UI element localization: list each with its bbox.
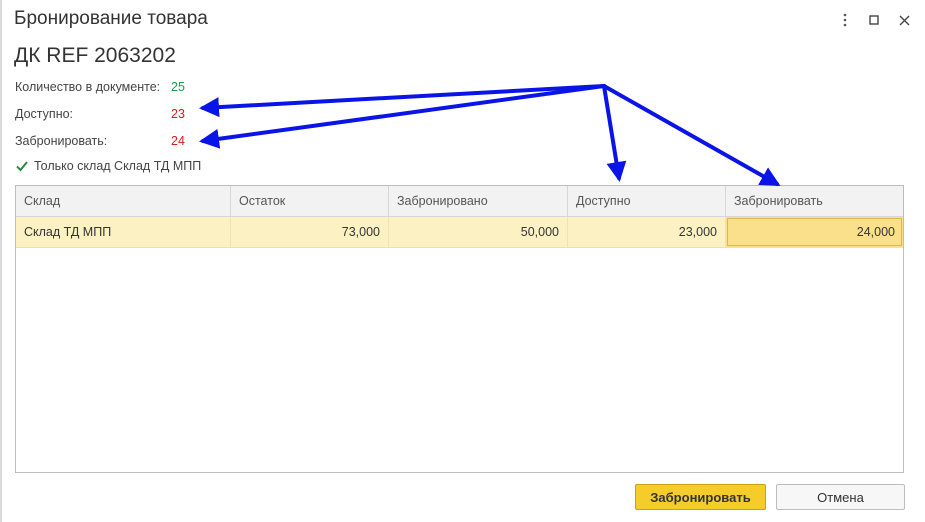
cell-to-reserve-input[interactable]: 24,000: [726, 217, 903, 247]
arrow-to-available-column: [602, 84, 627, 182]
reserve-value: 24: [171, 134, 185, 148]
more-icon[interactable]: [834, 9, 856, 31]
window-title: Бронирование товара: [14, 8, 208, 29]
close-icon[interactable]: [893, 9, 915, 31]
arrow-to-available: [199, 84, 606, 118]
available-value: 23: [171, 107, 185, 121]
quantity-value: 25: [171, 80, 185, 94]
arrow-to-reserve-column: [602, 84, 781, 186]
only-warehouse-label: Только склад Склад ТД МПП: [34, 159, 202, 173]
product-title: ДК REF 2063202: [14, 44, 176, 67]
cancel-button[interactable]: Отмена: [776, 484, 905, 510]
only-warehouse-checkbox[interactable]: Только склад Склад ТД МПП: [15, 159, 201, 173]
column-header-reserved[interactable]: Забронировано: [389, 186, 568, 216]
arrow-to-reserve: [199, 84, 606, 149]
cell-reserved[interactable]: 50,000: [389, 217, 568, 247]
quantity-label: Количество в документе:: [15, 80, 161, 94]
cell-warehouse[interactable]: Склад ТД МПП: [16, 217, 231, 247]
available-label: Доступно:: [15, 107, 74, 121]
column-header-warehouse[interactable]: Склад: [16, 186, 231, 216]
checkmark-icon[interactable]: [15, 159, 29, 173]
reserve-button[interactable]: Забронировать: [635, 484, 766, 510]
column-header-balance[interactable]: Остаток: [231, 186, 389, 216]
cell-available[interactable]: 23,000: [568, 217, 726, 247]
reserve-label: Забронировать:: [15, 134, 108, 148]
table-header: Склад Остаток Забронировано Доступно Заб…: [16, 186, 903, 217]
table-row[interactable]: Склад ТД МПП 73,000 50,000 23,000 24,000: [16, 217, 903, 248]
column-header-available[interactable]: Доступно: [568, 186, 726, 216]
cell-balance[interactable]: 73,000: [231, 217, 389, 247]
window-edge: [0, 0, 2, 522]
column-header-to-reserve[interactable]: Забронировать: [726, 186, 903, 216]
warehouse-table: Склад Остаток Забронировано Доступно Заб…: [15, 185, 904, 473]
maximize-icon[interactable]: [863, 9, 885, 31]
